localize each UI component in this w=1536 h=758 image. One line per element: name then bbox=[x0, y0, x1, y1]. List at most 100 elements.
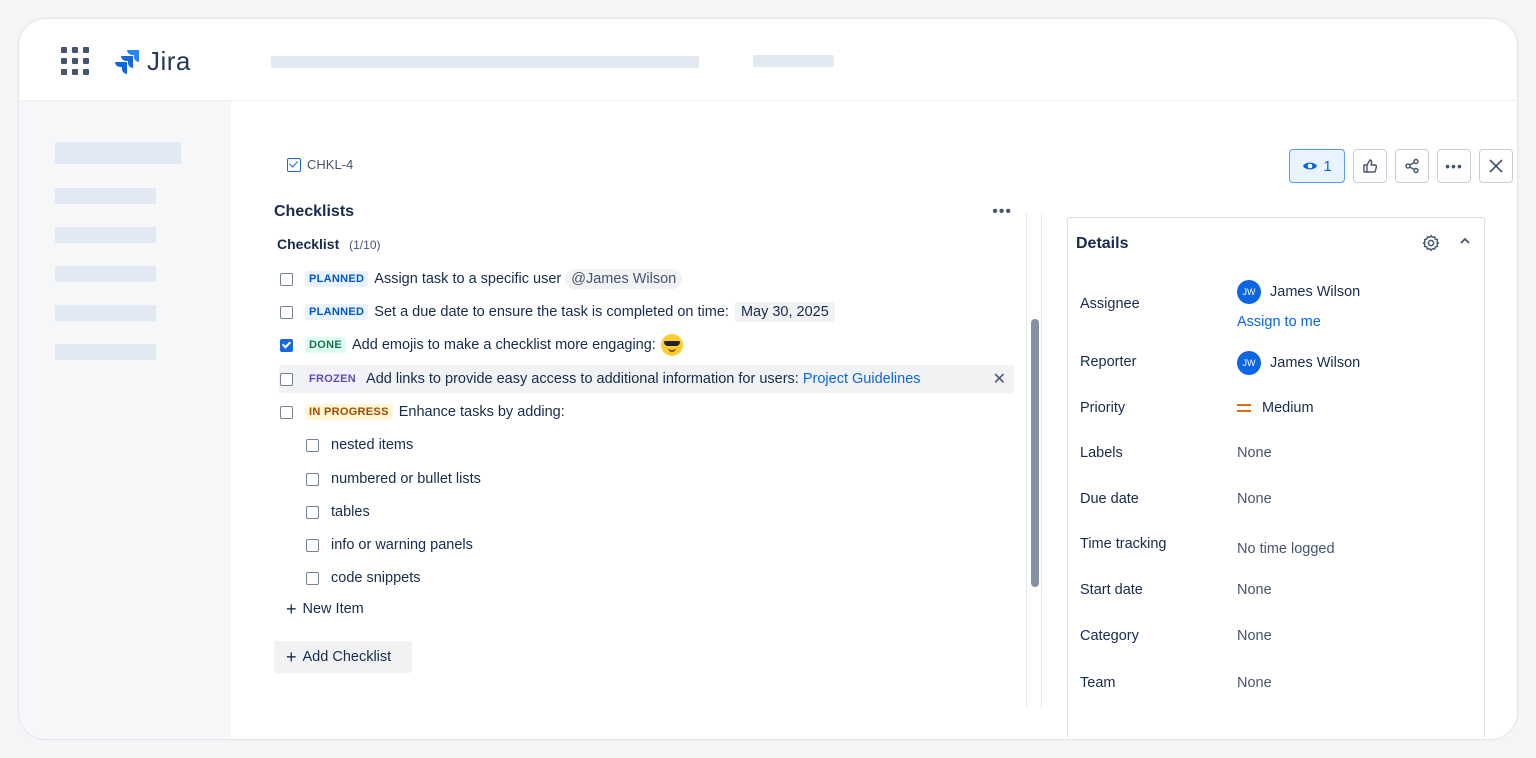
reporter-name: James Wilson bbox=[1270, 355, 1361, 371]
issue-key: CHKL-4 bbox=[307, 157, 354, 172]
add-checklist-button[interactable]: + Add Checklist bbox=[274, 641, 412, 673]
checklists-title: Checklists bbox=[274, 203, 355, 220]
gear-icon[interactable] bbox=[1422, 234, 1440, 252]
checkbox[interactable] bbox=[280, 272, 293, 286]
share-icon bbox=[1405, 158, 1419, 174]
category-value[interactable]: None bbox=[1237, 628, 1272, 644]
nav-placeholder-skeleton bbox=[753, 55, 834, 67]
checklist-item[interactable]: PLANNED Assign task to a specific user @… bbox=[280, 265, 683, 293]
time-tracking-value[interactable]: No time logged bbox=[1237, 541, 1335, 557]
new-item-label: New Item bbox=[302, 601, 364, 617]
due-date-value[interactable]: None bbox=[1237, 491, 1272, 507]
priority-value[interactable]: Medium bbox=[1237, 400, 1314, 416]
checklist-item[interactable]: FROZEN Add links to provide easy access … bbox=[280, 365, 921, 393]
checkbox[interactable] bbox=[306, 438, 319, 452]
scrollbar-thumb[interactable] bbox=[1031, 319, 1039, 587]
team-value[interactable]: None bbox=[1237, 675, 1272, 691]
checkbox[interactable] bbox=[306, 538, 319, 552]
status-lozenge[interactable]: FROZEN bbox=[305, 371, 361, 387]
priority-medium-icon bbox=[1237, 404, 1251, 412]
status-lozenge[interactable]: IN PROGRESS bbox=[305, 404, 393, 420]
checkbox[interactable] bbox=[280, 372, 293, 386]
thumbs-up-icon bbox=[1363, 159, 1378, 173]
jira-logo[interactable]: Jira bbox=[115, 48, 191, 74]
search-placeholder-skeleton bbox=[271, 56, 699, 68]
sunglasses-emoji-icon bbox=[660, 334, 683, 356]
sidebar-skeleton-header bbox=[55, 142, 181, 164]
item-text: numbered or bullet lists bbox=[331, 471, 481, 487]
checkbox[interactable] bbox=[306, 472, 319, 486]
watch-button[interactable]: 1 bbox=[1289, 149, 1345, 183]
watch-count: 1 bbox=[1323, 157, 1332, 175]
priority-text: Medium bbox=[1262, 400, 1314, 416]
details-panel: Details Assignee JW James Wilson Assign … bbox=[1067, 217, 1485, 737]
nested-checklist-item[interactable]: info or warning panels bbox=[306, 531, 473, 559]
sidebar-skeleton-item bbox=[55, 344, 156, 360]
eye-icon bbox=[1303, 162, 1318, 170]
assignee-name: James Wilson bbox=[1270, 284, 1361, 300]
sidebar-skeleton-item bbox=[55, 305, 156, 321]
nested-checklist-item[interactable]: code snippets bbox=[306, 564, 420, 592]
item-text: Assign task to a specific user bbox=[374, 271, 562, 287]
item-text: tables bbox=[331, 504, 370, 520]
nested-checklist-item[interactable]: tables bbox=[306, 498, 370, 526]
nested-checklist-item[interactable]: numbered or bullet lists bbox=[306, 465, 481, 493]
assign-to-me-link[interactable]: Assign to me bbox=[1237, 314, 1321, 330]
avatar: JW bbox=[1237, 280, 1261, 304]
user-mention[interactable]: @James Wilson bbox=[565, 269, 683, 289]
checklist-name: Checklist bbox=[277, 236, 340, 252]
labels-value[interactable]: None bbox=[1237, 445, 1272, 461]
checklist-header: Checklist (1/10) bbox=[277, 236, 381, 252]
checklist-item[interactable]: DONE Add emojis to make a checklist more… bbox=[280, 331, 683, 359]
issue-view: CHKL-4 1 ••• Checklists ••• Checklist (1… bbox=[231, 101, 1517, 739]
share-button[interactable] bbox=[1395, 149, 1429, 183]
checklists-more-button[interactable]: ••• bbox=[992, 203, 1012, 221]
start-date-label: Start date bbox=[1080, 582, 1143, 598]
checkbox[interactable] bbox=[306, 505, 319, 519]
issue-actions: 1 ••• bbox=[1289, 149, 1513, 183]
more-actions-button[interactable]: ••• bbox=[1437, 149, 1471, 183]
checkbox-checked[interactable] bbox=[280, 338, 293, 352]
sidebar bbox=[19, 101, 231, 739]
chevron-up-icon[interactable] bbox=[1458, 234, 1472, 248]
category-label: Category bbox=[1080, 628, 1139, 644]
status-lozenge[interactable]: PLANNED bbox=[305, 304, 369, 320]
app-window: Jira CHKL-4 1 ••• Checklists ••• Checkli… bbox=[18, 18, 1518, 740]
checkbox[interactable] bbox=[280, 405, 293, 419]
item-text: Set a due date to ensure the task is com… bbox=[374, 304, 729, 320]
panel-divider bbox=[1041, 213, 1042, 708]
priority-label: Priority bbox=[1080, 400, 1126, 416]
checkbox[interactable] bbox=[306, 571, 319, 585]
labels-label: Labels bbox=[1080, 445, 1123, 461]
due-date-chip[interactable]: May 30, 2025 bbox=[734, 302, 835, 322]
status-lozenge[interactable]: PLANNED bbox=[305, 271, 369, 287]
like-button[interactable] bbox=[1353, 149, 1387, 183]
item-text: info or warning panels bbox=[331, 537, 473, 553]
details-title: Details bbox=[1076, 235, 1129, 252]
start-date-value[interactable]: None bbox=[1237, 582, 1272, 598]
nested-checklist-item[interactable]: nested items bbox=[306, 431, 413, 459]
item-text: Add links to provide easy access to addi… bbox=[366, 371, 799, 387]
time-tracking-label: Time tracking bbox=[1080, 536, 1167, 552]
reporter-value[interactable]: JW James Wilson bbox=[1237, 351, 1360, 375]
status-lozenge[interactable]: DONE bbox=[305, 337, 346, 353]
item-text: nested items bbox=[331, 437, 414, 453]
checklists-panel: Checklists ••• Checklist (1/10) PLANNED … bbox=[274, 203, 1014, 711]
plus-icon: + bbox=[286, 599, 297, 619]
issue-breadcrumb[interactable]: CHKL-4 bbox=[287, 157, 353, 172]
assignee-value[interactable]: JW James Wilson bbox=[1237, 280, 1360, 304]
project-guidelines-link[interactable]: Project Guidelines bbox=[803, 371, 921, 387]
app-switcher-icon[interactable] bbox=[61, 47, 89, 75]
checklist-progress: (1/10) bbox=[349, 238, 381, 252]
close-button[interactable] bbox=[1479, 149, 1513, 183]
checklist-item[interactable]: IN PROGRESS Enhance tasks by adding: bbox=[280, 398, 565, 426]
remove-item-icon[interactable]: ✕ bbox=[993, 369, 1006, 389]
item-text: Enhance tasks by adding: bbox=[398, 404, 565, 420]
top-navigation: Jira bbox=[19, 19, 1517, 101]
sidebar-skeleton-item bbox=[55, 266, 156, 282]
checkbox[interactable] bbox=[280, 305, 293, 319]
scrollbar-track bbox=[1026, 213, 1027, 708]
sidebar-skeleton-item bbox=[55, 227, 156, 243]
new-item-button[interactable]: + New Item bbox=[286, 599, 364, 619]
checklist-item[interactable]: PLANNED Set a due date to ensure the tas… bbox=[280, 298, 835, 326]
